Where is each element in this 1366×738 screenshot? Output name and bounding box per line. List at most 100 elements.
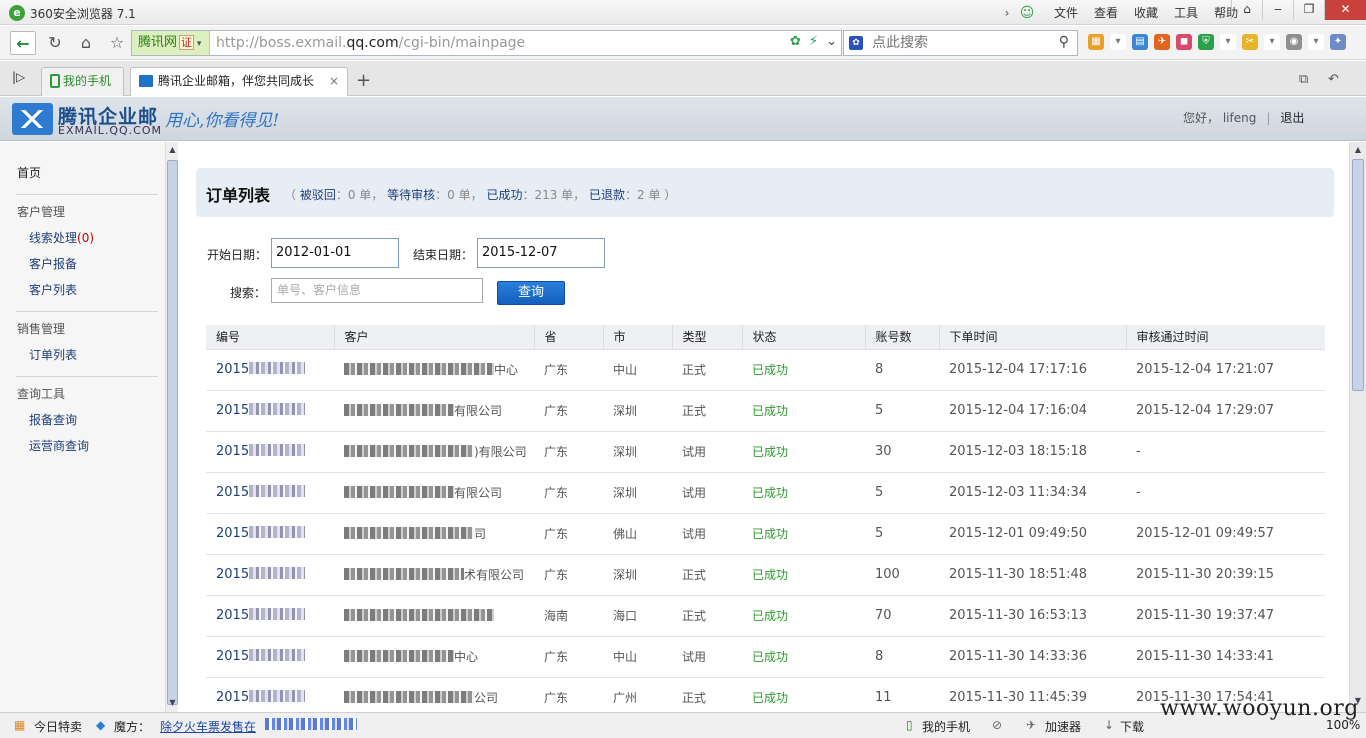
sidebar-item-customer-list[interactable]: 客户列表 <box>29 281 77 298</box>
search-box[interactable]: ✿ ⚲ <box>843 30 1078 56</box>
travel-icon[interactable]: ✈ <box>1154 34 1170 50</box>
my-phone-status-icon[interactable]: ▯ <box>906 718 913 732</box>
close-tab-icon[interactable]: × <box>329 68 339 95</box>
tab-list-icon[interactable]: ⧉ <box>1299 72 1308 87</box>
col-province[interactable]: 省 <box>533 325 603 350</box>
sidebar-item-report-query[interactable]: 报备查询 <box>29 411 77 428</box>
stat-rejected-link[interactable]: 被驳回 <box>300 188 336 202</box>
menu-view[interactable]: 查看 <box>1094 4 1118 21</box>
query-button[interactable]: 查询 <box>497 281 565 305</box>
table-row[interactable]: 2015 有限公司 广东 深圳 正式 已成功 5 2015-12-04 17:16:04 201… <box>206 390 1325 432</box>
speed-mode-icon[interactable]: ⚡ <box>809 34 818 49</box>
security-dropdown-icon[interactable]: ▾ <box>1220 34 1236 50</box>
table-row[interactable]: 2015 中心 广东 中山 试用 已成功 8 2015-11-30 14:33:36 2015-… <box>206 636 1325 678</box>
col-client[interactable]: 客户 <box>333 325 534 350</box>
sidebar-item-home[interactable]: 首页 <box>17 164 41 181</box>
favorite-star-icon[interactable]: ☆ <box>104 31 130 55</box>
menu-expand-icon[interactable]: › <box>998 6 1016 20</box>
my-phone-status[interactable]: 我的手机 <box>922 718 970 735</box>
table-row[interactable]: 2015 中心 广东 中山 正式 已成功 8 2015-12-04 17:17:16 2015-… <box>206 349 1325 391</box>
site-cert-badge[interactable]: 腾讯网证 ▾ <box>132 31 210 55</box>
apps-dropdown-icon[interactable]: ▾ <box>1110 34 1126 50</box>
refresh-icon[interactable]: ↻ <box>42 31 68 55</box>
sidebar-scrollbar[interactable]: ▲ ▼ <box>165 142 178 712</box>
menu-favorites[interactable]: 收藏 <box>1134 4 1158 21</box>
extension-menu-icon[interactable]: ✦ <box>1330 34 1346 50</box>
table-row[interactable]: 2015 术有限公司 广东 深圳 正式 已成功 100 2015-11-30 18:51:48… <box>206 554 1325 596</box>
stat-pending-link[interactable]: 等待审核 <box>387 188 435 202</box>
page-scroll-up-icon[interactable]: ▲ <box>1352 145 1364 157</box>
sidebar-scroll-thumb[interactable] <box>167 160 178 705</box>
undo-close-icon[interactable]: ↶ <box>1328 72 1339 87</box>
user-account-icon[interactable]: ☺ <box>1016 5 1038 21</box>
download-button[interactable]: 下载 <box>1120 718 1144 735</box>
news-ticker-link[interactable]: 除夕火车票发售在 <box>160 718 256 735</box>
order-id-link[interactable]: 2015 <box>206 431 334 473</box>
url-dropdown-icon[interactable]: ⌄ <box>826 34 837 49</box>
sidebar-item-order-list[interactable]: 订单列表 <box>29 346 77 363</box>
menu-file[interactable]: 文件 <box>1054 4 1078 21</box>
close-window-button[interactable]: ✕ <box>1324 0 1366 20</box>
order-search-input[interactable]: 单号、客户信息 <box>271 278 483 303</box>
search-engine-icon[interactable]: ✿ <box>849 36 863 50</box>
back-arrow-icon[interactable]: ← <box>10 31 36 55</box>
sidebar-item-customer-report[interactable]: 客户报备 <box>29 255 77 272</box>
col-city[interactable]: 市 <box>602 325 672 350</box>
page-scrollbar[interactable]: ▲ ▼ <box>1349 142 1366 712</box>
table-row[interactable]: 2015 司广东 佛山 试用 已成功 5 2015-12-01 09:49:50 2015-1… <box>206 513 1325 555</box>
order-id-link[interactable]: 2015 <box>206 677 334 712</box>
skin-button-icon[interactable]: ⌂ <box>1231 0 1262 20</box>
accelerator-button[interactable]: 加速器 <box>1045 718 1081 735</box>
maximize-button[interactable]: ❐ <box>1293 0 1324 20</box>
logout-link[interactable]: 退出 <box>1280 111 1304 125</box>
start-date-input[interactable]: 2012-01-01 <box>271 238 399 268</box>
table-row[interactable]: 2015 海南 海口 正式 已成功 70 2015-11-30 16:53:13 2015-1… <box>206 595 1325 637</box>
games-dropdown-icon[interactable]: ▾ <box>1308 34 1324 50</box>
table-row[interactable]: 2015 有限公司 广东 深圳 试用 已成功 5 2015-12-03 11:34:34- <box>206 472 1325 514</box>
tab-my-phone[interactable]: 我的手机 <box>41 67 124 96</box>
table-row[interactable]: 2015)有限公司 广东 深圳 试用 已成功 30 2015-12-03 18:15:18- <box>206 431 1325 473</box>
order-id-link[interactable]: 2015 <box>206 513 334 555</box>
compat-mode-icon[interactable]: ✿ <box>790 34 801 49</box>
scroll-down-icon[interactable]: ▼ <box>167 698 178 710</box>
sidebar-item-carrier-query[interactable]: 运营商查询 <box>29 437 89 454</box>
order-id-link[interactable]: 2015 <box>206 554 334 596</box>
games-icon[interactable]: ◉ <box>1286 34 1302 50</box>
shop-icon[interactable]: ◼ <box>1176 34 1192 50</box>
today-deals-link[interactable]: 今日特卖 <box>34 718 82 735</box>
search-input[interactable] <box>872 33 1052 53</box>
address-bar[interactable]: 腾讯网证 ▾ http://boss.exmail.qq.com/cgi-bin… <box>131 30 842 56</box>
stat-refund-link[interactable]: 已退款 <box>589 188 625 202</box>
speed-dial-icon[interactable]: ⊘ <box>992 718 1002 732</box>
screenshot-icon[interactable]: ✂ <box>1242 34 1258 50</box>
scroll-up-icon[interactable]: ▲ <box>167 145 178 157</box>
col-id[interactable]: 编号 <box>206 325 334 350</box>
order-id-link[interactable]: 2015 <box>206 472 334 514</box>
col-order-time[interactable]: 下单时间 <box>938 325 1126 350</box>
order-id-link[interactable]: 2015 <box>206 636 334 678</box>
screenshot-dropdown-icon[interactable]: ▾ <box>1264 34 1280 50</box>
url-text[interactable]: http://boss.exmail.qq.com/cgi-bin/mainpa… <box>216 31 525 55</box>
sidebar-item-leads[interactable]: 线索处理(0) <box>29 229 94 246</box>
order-id-link[interactable]: 2015 <box>206 390 334 432</box>
new-tab-icon[interactable]: + <box>356 70 371 91</box>
search-icon[interactable]: ⚲ <box>1059 34 1069 50</box>
calendar-icon[interactable]: ▤ <box>1132 34 1148 50</box>
page-scroll-thumb[interactable] <box>1352 159 1364 391</box>
home-icon[interactable]: ⌂ <box>73 31 99 55</box>
end-date-input[interactable]: 2015-12-07 <box>477 238 605 268</box>
sidebar-toggle-icon[interactable]: |▷ <box>12 70 25 84</box>
col-type[interactable]: 类型 <box>671 325 742 350</box>
tab-exmail[interactable]: 腾讯企业邮箱，伴您共同成长 × <box>130 67 348 96</box>
security-shield-icon[interactable]: ⛨ <box>1198 34 1214 50</box>
order-id-link[interactable]: 2015 <box>206 349 334 391</box>
order-id-link[interactable]: 2015 <box>206 595 334 637</box>
col-accounts[interactable]: 账号数 <box>864 325 939 350</box>
menu-tools[interactable]: 工具 <box>1174 4 1198 21</box>
table-row[interactable]: 2015 公司 广东 广州 正式 已成功 11 2015-11-30 11:45:39 2015… <box>206 677 1325 712</box>
col-approved-time[interactable]: 审核通过时间 <box>1125 325 1325 350</box>
minimize-button[interactable]: ‒ <box>1262 0 1293 20</box>
apps-icon[interactable]: ▦ <box>1088 34 1104 50</box>
stat-success-link[interactable]: 已成功 <box>486 188 522 202</box>
col-status[interactable]: 状态 <box>741 325 865 350</box>
